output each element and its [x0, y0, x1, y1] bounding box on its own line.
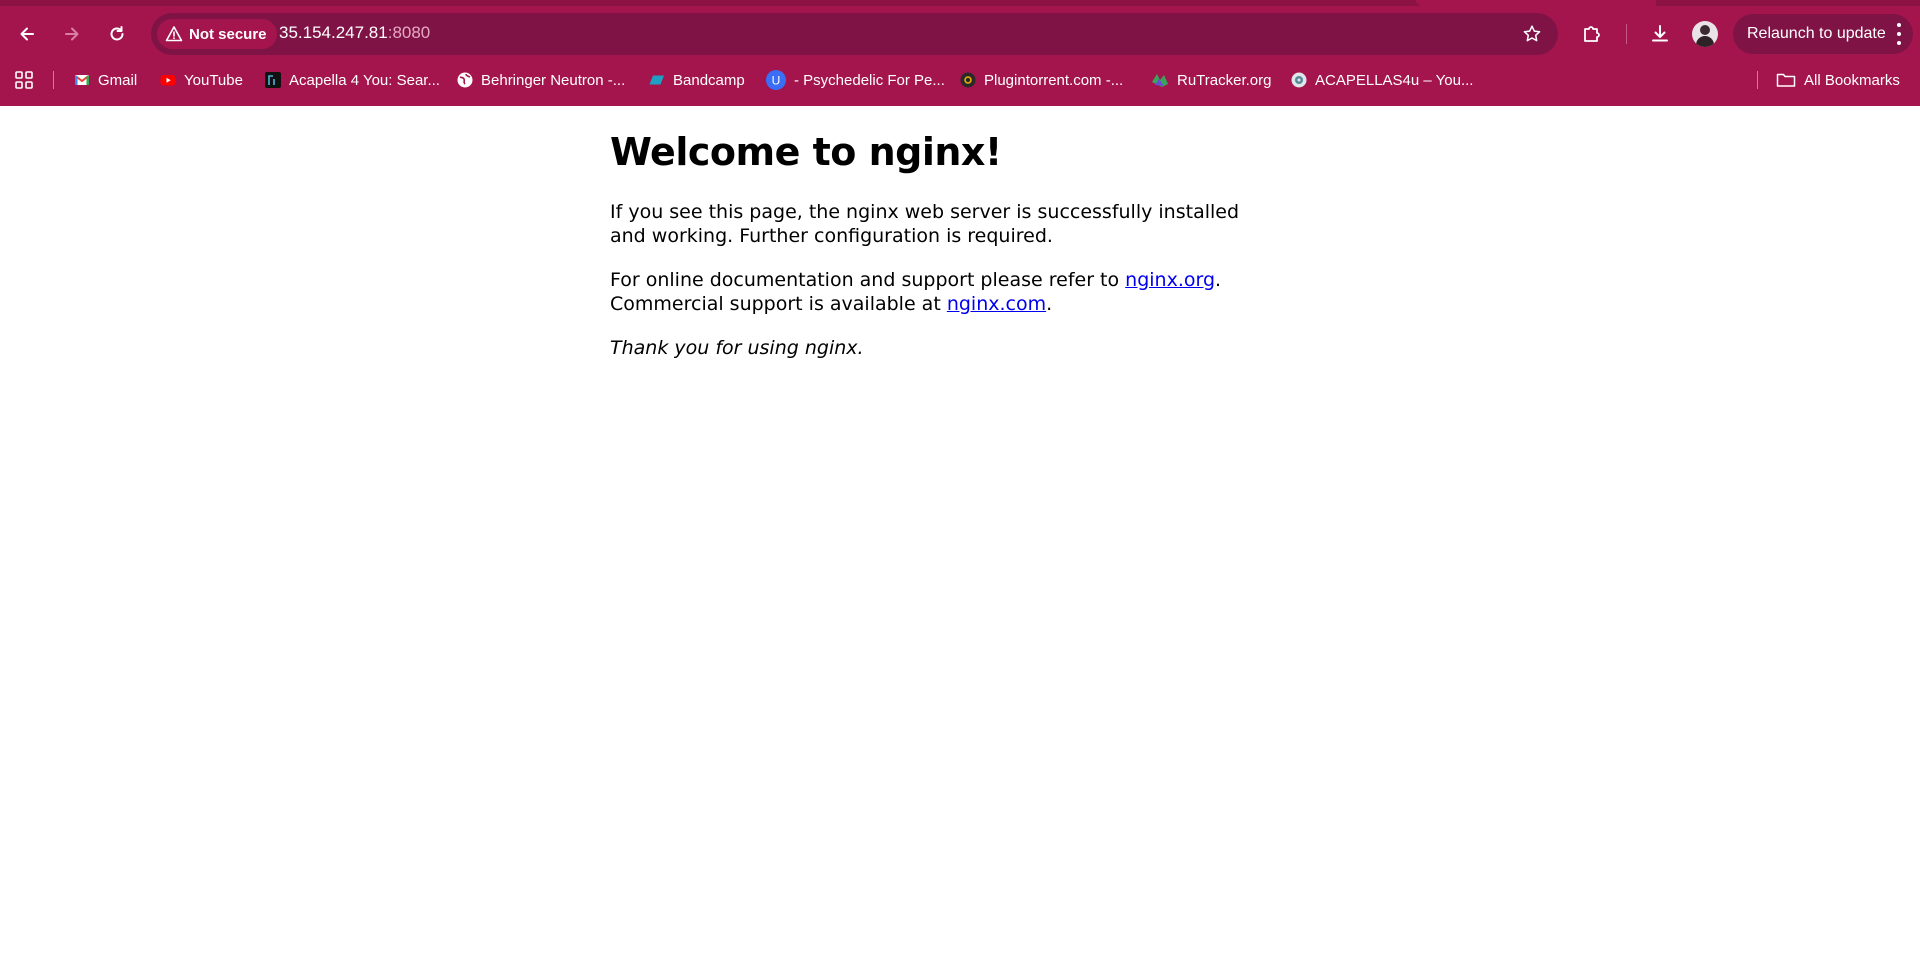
commercial-period: . [1046, 293, 1053, 315]
bookmark-label: - Psychedelic For Pe... [794, 71, 945, 89]
reload-button[interactable] [101, 18, 133, 50]
all-bookmarks-label: All Bookmarks [1804, 71, 1900, 89]
acapella-icon [265, 72, 281, 88]
back-button[interactable] [11, 18, 43, 50]
folder-icon [1776, 73, 1796, 87]
page-title: Welcome to nginx! [610, 130, 1002, 174]
nginx-welcome: Welcome to nginx! If you see this page, … [610, 128, 1250, 380]
apps-grid-icon[interactable] [14, 70, 34, 90]
bookmark-label: Acapella 4 You: Sear... [289, 71, 440, 89]
support-text: For online documentation and support ple… [610, 269, 1126, 291]
reload-icon [110, 26, 124, 41]
bookmark-label: Gmail [98, 71, 138, 89]
all-bookmarks-button[interactable]: All Bookmarks [1776, 68, 1900, 92]
support-paragraph: For online documentation and support ple… [610, 268, 1250, 316]
rutracker-icon [1152, 74, 1168, 87]
back-arrow-icon [20, 27, 34, 41]
intro-paragraph: If you see this page, the nginx web serv… [610, 201, 1240, 247]
bookmark-label: ACAPELLAS4u – You... [1315, 71, 1474, 89]
all-bookmarks-divider [1757, 71, 1758, 89]
nginx-org-link[interactable]: nginx.org [1125, 269, 1215, 291]
address-bar[interactable]: Not secure 35.154.247.81:8080 [151, 13, 1558, 55]
u-icon: U [766, 70, 786, 90]
url-text[interactable]: 35.154.247.81:8080 [279, 23, 430, 43]
relaunch-label: Relaunch to update [1747, 25, 1886, 42]
downloads-button[interactable] [1644, 18, 1676, 50]
plugintorrent-icon [960, 72, 976, 88]
bookmark-plugintorrent[interactable]: Plugintorrent.com -... [960, 68, 1123, 92]
star-icon[interactable] [1522, 24, 1542, 44]
nginx-com-link[interactable]: nginx.com [947, 293, 1046, 315]
bookmark-bandcamp[interactable]: Bandcamp [649, 68, 745, 92]
security-chip[interactable]: Not secure [157, 19, 277, 49]
url-host: 35.154.247.81 [279, 23, 388, 42]
bookmark-label: Behringer Neutron -... [481, 71, 626, 89]
youtube-icon [160, 75, 176, 86]
bookmark-acapellas4u[interactable]: ACAPELLAS4u – You... [1291, 68, 1473, 92]
download-icon [1652, 25, 1668, 42]
bookmark-gmail[interactable]: Gmail [74, 68, 137, 92]
bookmarks-bar: Gmail YouTube Acapella 4 You: Sear... Be… [0, 68, 1920, 106]
bandcamp-icon [649, 75, 664, 85]
svg-text:U: U [772, 74, 781, 88]
commercial-text: Commercial support is available at [610, 293, 947, 315]
toolbar: Not secure 35.154.247.81:8080 Relaunch t… [0, 0, 1920, 68]
bookmark-behringer[interactable]: Behringer Neutron -... [457, 68, 625, 92]
bookmarks-divider [53, 71, 54, 89]
acapellas4u-icon [1291, 72, 1307, 88]
gmail-icon [74, 75, 90, 85]
bookmark-label: Plugintorrent.com -... [984, 71, 1124, 89]
puzzle-icon [1584, 26, 1600, 42]
toolbar-divider [1626, 24, 1627, 44]
relaunch-button[interactable]: Relaunch to update [1733, 14, 1913, 54]
bookmark-label: YouTube [184, 71, 243, 89]
forward-button[interactable] [56, 18, 88, 50]
security-chip-label: Not secure [189, 25, 267, 43]
forward-arrow-icon [65, 27, 79, 41]
thanks-paragraph: Thank you for using nginx. [610, 336, 1250, 360]
page-viewport: Welcome to nginx! If you see this page, … [0, 106, 1920, 968]
globe-icon [457, 72, 473, 88]
more-menu-icon[interactable] [1897, 23, 1901, 45]
bookmark-acapella4you[interactable]: Acapella 4 You: Sear... [265, 68, 440, 92]
bookmark-label: RuTracker.org [1177, 71, 1272, 89]
profile-avatar[interactable] [1692, 21, 1718, 47]
bookmark-label: Bandcamp [673, 71, 745, 89]
support-period: . [1215, 269, 1222, 291]
bookmark-rutracker[interactable]: RuTracker.org [1151, 68, 1271, 92]
thanks-text: Thank you for using nginx. [610, 337, 864, 359]
bookmark-youtube[interactable]: YouTube [160, 68, 243, 92]
extensions-button[interactable] [1576, 18, 1608, 50]
browser-chrome: Not secure 35.154.247.81:8080 Relaunch t… [0, 0, 1920, 106]
bookmark-psychedelic[interactable]: U - Psychedelic For Pe... [766, 68, 945, 92]
warning-icon [165, 26, 183, 42]
url-port: :8080 [387, 23, 431, 42]
